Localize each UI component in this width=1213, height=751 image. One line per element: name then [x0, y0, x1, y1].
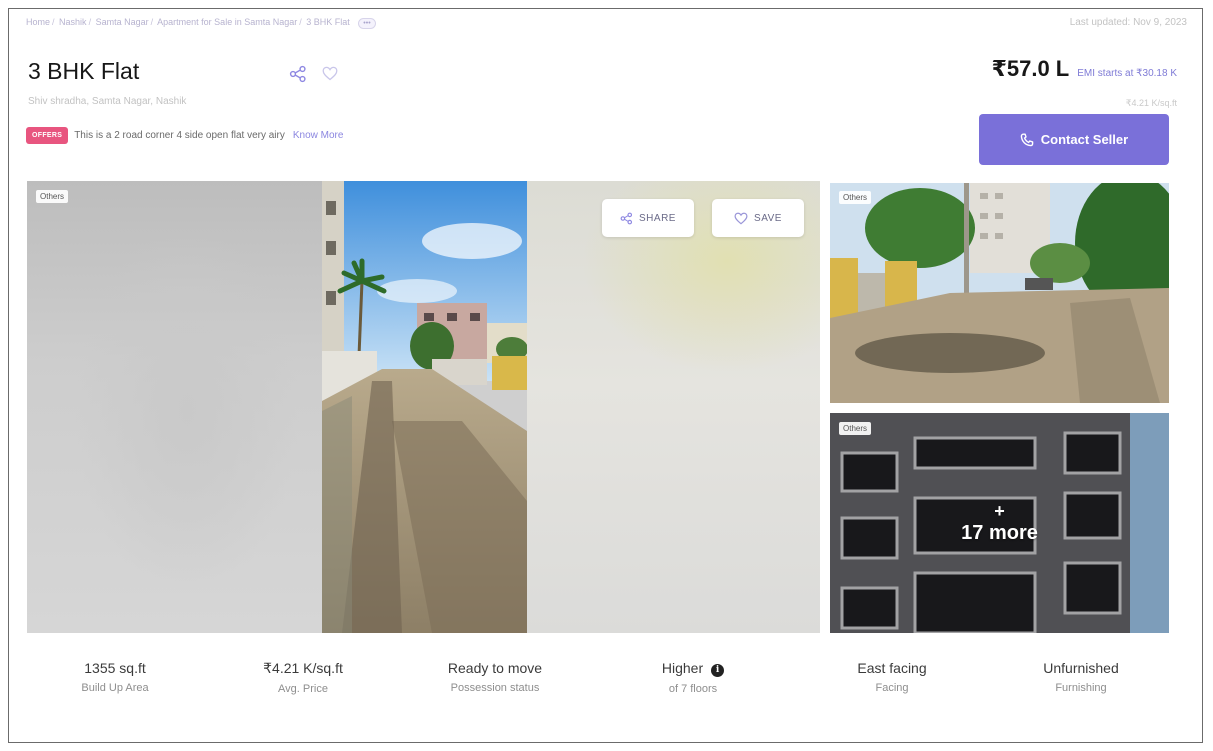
stat-label: Furnishing [1055, 682, 1107, 694]
breadcrumb-item-city[interactable]: Nashik [59, 17, 87, 27]
emi-link[interactable]: EMI starts at ₹30.18 K [1077, 68, 1177, 79]
breadcrumb-item-current: 3 BHK Flat [306, 17, 350, 27]
share-icon [620, 212, 633, 224]
phone-icon [1020, 133, 1034, 146]
stat-floor: Higher i of 7 floors [608, 660, 778, 695]
stat-label: Possession status [450, 682, 540, 694]
price-row: ₹57.0 L EMI starts at ₹30.18 K [992, 56, 1177, 82]
property-stats: 1355 sq.ft Build Up Area ₹4.21 K/sq.ft A… [30, 660, 1170, 710]
breadcrumb-item-category[interactable]: Apartment for Sale in Samta Nagar [157, 17, 297, 27]
side-photo-bottom-more[interactable]: Others + 17 more [830, 413, 1169, 633]
more-photos-count: 17 more [961, 522, 1038, 544]
stat-facing: East facing Facing [807, 660, 977, 694]
offer-row: OFFERS This is a 2 road corner 4 side op… [26, 127, 343, 144]
photo-category-tag: Others [36, 190, 69, 203]
gallery-share-label: SHARE [639, 212, 676, 224]
side-photo-top[interactable]: Others [830, 183, 1169, 403]
stat-value: 1355 sq.ft [84, 660, 146, 676]
street-photo [322, 181, 527, 633]
stat-possession-status: Ready to move Possession status [410, 660, 580, 694]
listing-price: ₹57.0 L [991, 56, 1070, 81]
stat-build-up-area: 1355 sq.ft Build Up Area [30, 660, 200, 694]
stat-value-wrap: Higher i [608, 660, 778, 677]
listing-address: Shiv shradha, Samta Nagar, Nashik [28, 96, 187, 107]
main-photo[interactable]: Others SHARE SAVE [27, 181, 820, 633]
stat-value: ₹4.21 K/sq.ft [263, 660, 343, 676]
share-icon[interactable] [289, 65, 307, 83]
blurred-left-panel [27, 181, 322, 633]
listing-title: 3 BHK Flat [28, 58, 140, 84]
photo-category-tag: Others [839, 191, 872, 204]
stat-value: Unfurnished [1043, 660, 1119, 676]
contact-seller-button[interactable]: Contact Seller [979, 114, 1169, 165]
info-icon[interactable]: i [711, 664, 725, 677]
heart-icon[interactable] [322, 66, 338, 81]
offer-text: This is a 2 road corner 4 side open flat… [74, 130, 285, 141]
stat-value: East facing [857, 660, 927, 676]
contact-seller-label: Contact Seller [1040, 132, 1129, 147]
stat-label: Facing [875, 682, 909, 694]
price-per-sqft: ₹4.21 K/sq.ft [1125, 98, 1177, 108]
offer-badge: OFFERS [26, 127, 69, 144]
last-updated: Last updated: Nov 9, 2023 [1069, 17, 1187, 28]
heart-icon [734, 212, 748, 224]
stat-label: of 7 floors [668, 683, 718, 695]
stat-avg-price: ₹4.21 K/sq.ft Avg. Price [218, 660, 388, 695]
breadcrumb-more-button[interactable]: ••• [358, 18, 376, 29]
stat-furnishing: Unfurnished Furnishing [996, 660, 1166, 694]
breadcrumb-item-home[interactable]: Home [26, 17, 50, 27]
blurred-right-panel [527, 181, 820, 633]
breadcrumb-item-locality[interactable]: Samta Nagar [96, 17, 149, 27]
street-corner-photo [830, 183, 1169, 403]
gallery-save-label: SAVE [754, 212, 782, 224]
stat-label: Build Up Area [81, 682, 149, 694]
stat-label: Avg. Price [278, 683, 328, 695]
more-photos-overlay[interactable]: + 17 more [830, 413, 1169, 633]
photo-gallery: Others SHARE SAVE Others Others + 17 mor… [27, 181, 1169, 633]
gallery-save-button[interactable]: SAVE [712, 199, 804, 237]
breadcrumb: Home / Nashik / Samta Nagar / Apartment for… [26, 17, 376, 29]
offer-know-more-link[interactable]: Know More [293, 130, 344, 141]
gallery-share-button[interactable]: SHARE [602, 199, 694, 237]
plus-icon: + [994, 501, 1005, 521]
stat-value: Ready to move [447, 660, 543, 676]
stat-value: Higher [661, 660, 704, 676]
